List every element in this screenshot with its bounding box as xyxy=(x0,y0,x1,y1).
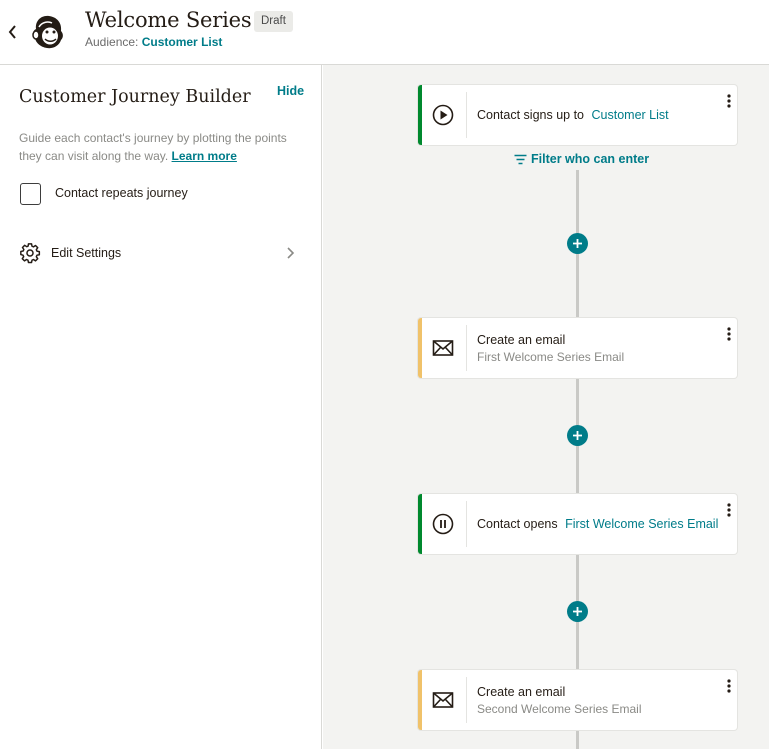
envelope-icon xyxy=(432,340,454,356)
pause-icon xyxy=(432,513,454,535)
mailchimp-logo xyxy=(32,15,63,49)
connector-line xyxy=(576,730,579,749)
more-options-icon[interactable] xyxy=(724,677,734,695)
card-divider xyxy=(466,677,467,723)
edit-settings-label: Edit Settings xyxy=(51,246,122,260)
plus-icon xyxy=(573,239,582,248)
envelope-icon xyxy=(432,692,454,708)
step-title: Create an email xyxy=(477,333,566,347)
step-description: Contact signs up to xyxy=(477,108,585,122)
add-step-button[interactable] xyxy=(567,601,588,622)
add-step-button[interactable] xyxy=(567,233,588,254)
step-accent-bar xyxy=(418,494,422,554)
play-icon xyxy=(432,104,454,126)
step-description: Contact opens xyxy=(477,517,558,531)
gear-icon xyxy=(20,243,41,264)
step-text: Contact opens First Welcome Series Email xyxy=(477,517,718,531)
audience-label: Audience: xyxy=(85,35,139,49)
journey-step-trigger[interactable]: Contact signs up to Customer List xyxy=(418,85,737,145)
chevron-left-icon xyxy=(8,25,16,39)
audience-link[interactable]: Customer List xyxy=(142,35,223,49)
repeat-journey-label: Contact repeats journey xyxy=(55,186,188,200)
plus-icon xyxy=(573,607,582,616)
sidebar-title: Customer Journey Builder xyxy=(19,87,251,107)
step-accent-bar xyxy=(418,670,422,730)
more-options-icon[interactable] xyxy=(724,501,734,519)
step-text: Contact signs up to Customer List xyxy=(477,108,669,122)
filter-icon xyxy=(514,154,527,165)
step-subtitle: First Welcome Series Email xyxy=(477,350,625,364)
journey-step-email[interactable]: Create an email Second Welcome Series Em… xyxy=(418,670,737,730)
more-options-icon[interactable] xyxy=(724,325,734,343)
hide-sidebar-button[interactable]: Hide xyxy=(277,84,304,98)
step-accent-bar xyxy=(418,318,422,378)
journey-canvas: Contact signs up to Customer List Filter… xyxy=(323,65,769,749)
step-accent-bar xyxy=(418,85,422,145)
step-subtitle: Second Welcome Series Email xyxy=(477,702,642,716)
top-header: Welcome Series Draft Audience: Customer … xyxy=(0,0,769,65)
journey-sidebar: Customer Journey Builder Hide Guide each… xyxy=(0,65,322,749)
repeat-journey-checkbox[interactable] xyxy=(20,183,41,205)
filter-label: Filter who can enter xyxy=(531,152,650,166)
step-email-link[interactable]: First Welcome Series Email xyxy=(565,517,718,531)
learn-more-link[interactable]: Learn more xyxy=(172,149,237,163)
status-badge: Draft xyxy=(254,11,293,32)
add-step-button[interactable] xyxy=(567,425,588,446)
step-title: Create an email xyxy=(477,685,566,699)
more-options-icon[interactable] xyxy=(724,92,734,110)
journey-step-rule[interactable]: Contact opens First Welcome Series Email xyxy=(418,494,737,554)
audience-line: Audience: Customer List xyxy=(85,35,222,49)
back-button[interactable] xyxy=(4,22,20,42)
sidebar-description: Guide each contact's journey by plotting… xyxy=(19,129,299,165)
chevron-right-icon xyxy=(287,247,295,259)
card-divider xyxy=(466,325,467,371)
journey-step-email[interactable]: Create an email First Welcome Series Ema… xyxy=(418,318,737,378)
plus-icon xyxy=(573,431,582,440)
filter-who-can-enter-button[interactable]: Filter who can enter xyxy=(514,152,649,166)
campaign-title: Welcome Series xyxy=(85,8,252,32)
step-audience-link[interactable]: Customer List xyxy=(592,108,669,122)
description-text: Guide each contact's journey by plotting… xyxy=(19,131,287,163)
card-divider xyxy=(466,92,467,138)
card-divider xyxy=(466,501,467,547)
edit-settings-row[interactable]: Edit Settings xyxy=(19,240,299,266)
